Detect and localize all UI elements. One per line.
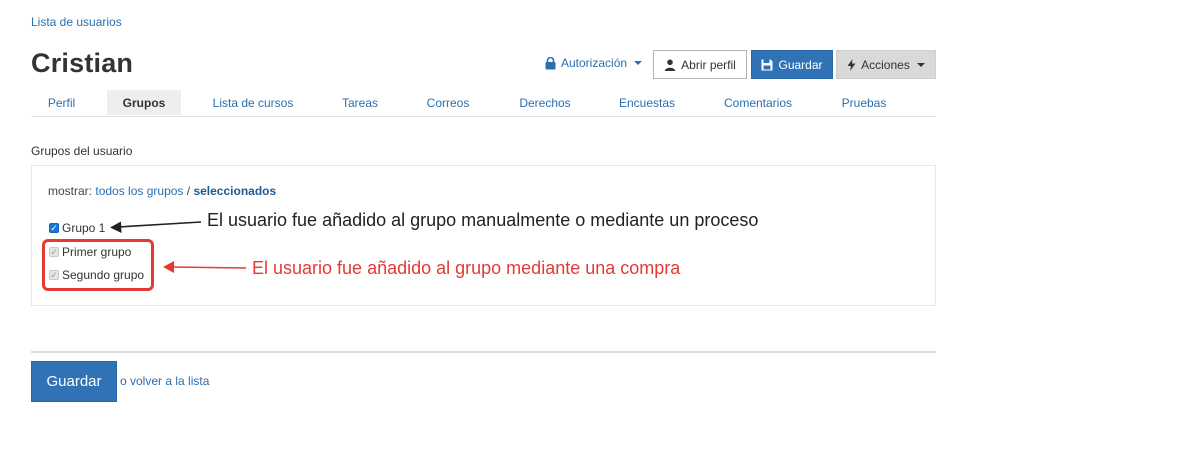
save-label: Guardar bbox=[778, 57, 823, 72]
filter-selected-link[interactable]: seleccionados bbox=[193, 184, 276, 198]
breadcrumb-user-list[interactable]: Lista de usuarios bbox=[31, 15, 122, 29]
annotation-purchase-text: El usuario fue añadido al grupo mediante… bbox=[252, 258, 681, 278]
tab-comments[interactable]: Comentarios bbox=[708, 90, 808, 115]
filter-all-groups-link[interactable]: todos los grupos bbox=[95, 184, 183, 198]
page-title: Cristian bbox=[31, 48, 134, 78]
open-profile-label: Abrir perfil bbox=[681, 57, 736, 72]
floppy-disk-icon bbox=[761, 59, 773, 70]
tab-emails[interactable]: Correos bbox=[412, 90, 484, 115]
open-profile-button[interactable]: Abrir perfil bbox=[653, 50, 747, 79]
user-tabs: Perfil Grupos Lista de cursos Tareas Cor… bbox=[31, 90, 936, 117]
chevron-down-icon bbox=[916, 62, 925, 67]
tab-course-list[interactable]: Lista de cursos bbox=[198, 90, 308, 115]
section-title: Grupos del usuario bbox=[31, 144, 133, 158]
tab-groups[interactable]: Grupos bbox=[107, 90, 181, 115]
tab-rights[interactable]: Derechos bbox=[503, 90, 587, 115]
back-to-list-link[interactable]: o volver a la lista bbox=[120, 374, 209, 388]
divider bbox=[31, 351, 936, 353]
user-icon bbox=[664, 59, 676, 71]
tab-profile[interactable]: Perfil bbox=[31, 90, 92, 115]
actions-dropdown-button[interactable]: Acciones bbox=[836, 50, 936, 79]
lightning-icon bbox=[847, 58, 856, 71]
save-bottom-button[interactable]: Guardar bbox=[31, 361, 117, 402]
group-filter: mostrar: todos los grupos / seleccionado… bbox=[48, 184, 276, 198]
authorization-label: Autorización bbox=[561, 56, 628, 70]
filter-separator: / bbox=[186, 184, 191, 198]
group-checkbox[interactable]: ✓ bbox=[49, 223, 59, 233]
tab-surveys[interactable]: Encuestas bbox=[605, 90, 689, 115]
authorization-dropdown[interactable]: Autorización bbox=[545, 56, 643, 70]
group-label: Grupo 1 bbox=[62, 221, 106, 235]
annotation-manual-text: El usuario fue añadido al grupo manualme… bbox=[207, 210, 759, 230]
lock-icon bbox=[545, 56, 556, 69]
tab-tests[interactable]: Pruebas bbox=[824, 90, 904, 115]
group-item: ✓ Grupo 1 bbox=[49, 221, 105, 235]
filter-prefix: mostrar: bbox=[48, 184, 93, 198]
chevron-down-icon bbox=[634, 61, 643, 65]
tab-tasks[interactable]: Tareas bbox=[325, 90, 395, 115]
actions-label: Acciones bbox=[861, 57, 910, 72]
purchase-highlight-box bbox=[42, 239, 154, 291]
save-button[interactable]: Guardar bbox=[751, 50, 833, 79]
